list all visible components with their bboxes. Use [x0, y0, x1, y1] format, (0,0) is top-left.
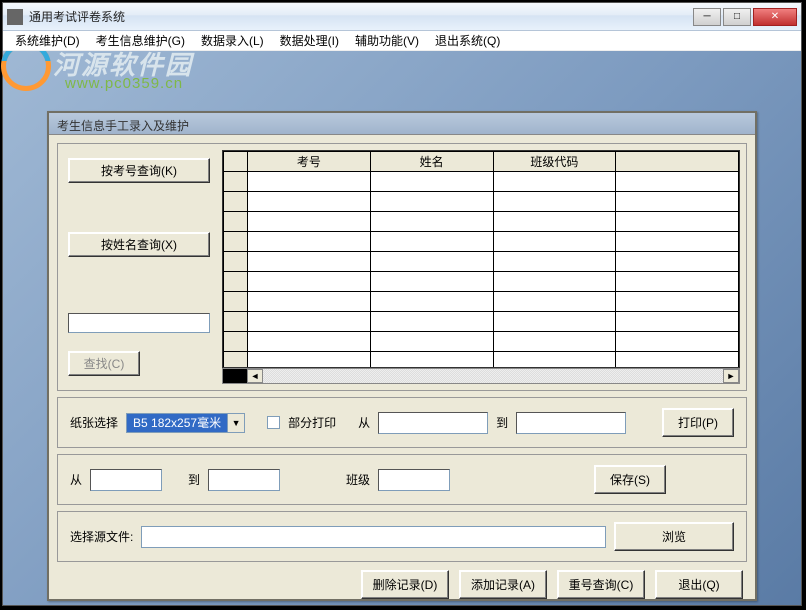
- save-button[interactable]: 保存(S): [594, 465, 666, 494]
- table-row[interactable]: [224, 172, 739, 192]
- grid-corner: [224, 152, 248, 172]
- print-button[interactable]: 打印(P): [662, 408, 734, 437]
- exit-button[interactable]: 退出(Q): [655, 570, 743, 599]
- query-by-examno-button[interactable]: 按考号查询(K): [68, 158, 210, 183]
- menu-data-entry[interactable]: 数据录入(L): [193, 30, 272, 51]
- range-to-input[interactable]: [208, 469, 280, 491]
- table-row[interactable]: [224, 192, 739, 212]
- source-file-panel: 选择源文件: 浏览: [57, 511, 747, 562]
- add-record-button[interactable]: 添加记录(A): [459, 570, 547, 599]
- scroll-left-icon[interactable]: ◄: [247, 369, 263, 383]
- grid-header-blank[interactable]: [616, 152, 739, 172]
- source-file-label: 选择源文件:: [70, 528, 133, 545]
- from-label-1: 从: [358, 414, 370, 431]
- print-from-input[interactable]: [378, 412, 488, 434]
- dialog-title: 考生信息手工录入及维护: [49, 113, 755, 135]
- chevron-down-icon[interactable]: ▼: [227, 413, 245, 433]
- table-row[interactable]: [224, 352, 739, 369]
- paper-size-select[interactable]: B5 182x257毫米 ▼: [126, 413, 245, 433]
- to-label-2: 到: [188, 471, 200, 488]
- student-info-dialog: 考生信息手工录入及维护 按考号查询(K) 按姓名查询(X) 查找(C): [47, 111, 757, 601]
- data-grid[interactable]: 考号 姓名 班级代码: [222, 150, 740, 368]
- table-row[interactable]: [224, 312, 739, 332]
- source-file-input[interactable]: [141, 526, 606, 548]
- menu-exit[interactable]: 退出系统(Q): [427, 30, 508, 51]
- table-row[interactable]: [224, 252, 739, 272]
- grid-header-classcode[interactable]: 班级代码: [493, 152, 616, 172]
- window-titlebar: 通用考试评卷系统 ─ □ ✕: [3, 3, 801, 31]
- print-panel: 纸张选择 B5 182x257毫米 ▼ 部分打印 从 到 打印(P): [57, 397, 747, 448]
- query-by-name-button[interactable]: 按姓名查询(X): [68, 232, 210, 257]
- grid-header-examno[interactable]: 考号: [248, 152, 371, 172]
- watermark-url: www.pc0359.cn: [65, 75, 183, 92]
- partial-print-label: 部分打印: [288, 414, 336, 431]
- duplicate-query-button[interactable]: 重号查询(C): [557, 570, 645, 599]
- table-row[interactable]: [224, 272, 739, 292]
- app-icon: [7, 9, 23, 25]
- maximize-button[interactable]: □: [723, 8, 751, 26]
- range-from-input[interactable]: [90, 469, 162, 491]
- minimize-button[interactable]: ─: [693, 8, 721, 26]
- menu-student-info[interactable]: 考生信息维护(G): [88, 30, 193, 51]
- table-row[interactable]: [224, 332, 739, 352]
- partial-print-checkbox[interactable]: [267, 416, 280, 429]
- from-label-2: 从: [70, 471, 82, 488]
- table-row[interactable]: [224, 232, 739, 252]
- find-button[interactable]: 查找(C): [68, 351, 140, 376]
- print-to-input[interactable]: [516, 412, 626, 434]
- menu-system[interactable]: 系统维护(D): [7, 30, 88, 51]
- grid-header-name[interactable]: 姓名: [370, 152, 493, 172]
- scroll-right-icon[interactable]: ►: [723, 369, 739, 383]
- menu-data-process[interactable]: 数据处理(I): [272, 30, 347, 51]
- close-button[interactable]: ✕: [753, 8, 797, 26]
- paper-size-label: 纸张选择: [70, 414, 118, 431]
- class-input[interactable]: [378, 469, 450, 491]
- window-title: 通用考试评卷系统: [29, 8, 693, 25]
- save-panel: 从 到 班级 保存(S): [57, 454, 747, 505]
- paper-size-value: B5 182x257毫米: [126, 413, 227, 433]
- to-label-1: 到: [496, 414, 508, 431]
- search-input[interactable]: [68, 313, 210, 333]
- table-row[interactable]: [224, 212, 739, 232]
- menu-bar: 系统维护(D) 考生信息维护(G) 数据录入(L) 数据处理(I) 辅助功能(V…: [3, 31, 801, 51]
- table-row[interactable]: [224, 292, 739, 312]
- browse-button[interactable]: 浏览: [614, 522, 734, 551]
- menu-aux[interactable]: 辅助功能(V): [347, 30, 427, 51]
- delete-record-button[interactable]: 删除记录(D): [361, 570, 449, 599]
- class-label: 班级: [346, 471, 370, 488]
- horizontal-scrollbar[interactable]: ◄ ►: [222, 368, 740, 384]
